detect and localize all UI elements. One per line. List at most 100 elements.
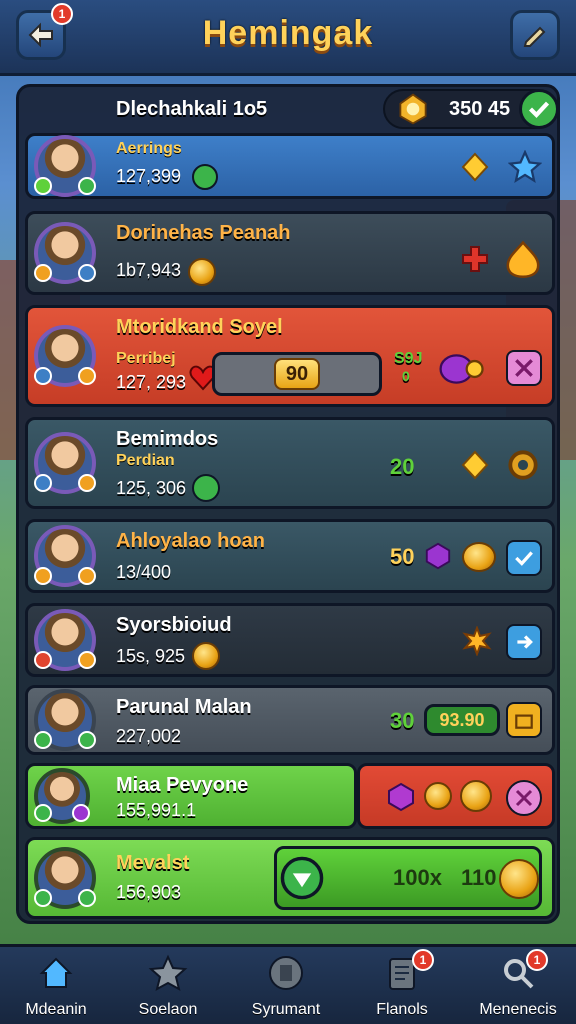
action-button[interactable]: [506, 540, 542, 576]
player-name: Mtoridkand Soyel: [116, 316, 283, 338]
player-score: 227,002: [116, 726, 182, 746]
player-avatar: [34, 325, 96, 387]
player-name: Dlechahkali 1o5: [116, 98, 268, 120]
player-avatar: [34, 432, 96, 494]
plans-badge: 1: [412, 949, 434, 971]
coin-stack-icon: [462, 542, 496, 572]
leaderboard-row[interactable]: Dlechahkali 1o5 Aerrings 127,399: [25, 98, 555, 199]
player-score: 15s, 925: [116, 646, 186, 666]
mini-stat: S9J: [394, 350, 423, 367]
player-name: Dorinehas Peanah: [116, 222, 291, 244]
cross-icon: [515, 789, 533, 807]
player-name: Parunal Malan: [116, 696, 252, 718]
flame-icon: [506, 240, 540, 278]
player-name: Miaa Pevyone: [116, 774, 249, 796]
leaderboard-row[interactable]: Ahloyalao hoan 13/400 50: [25, 519, 555, 593]
player-avatar: [34, 222, 96, 284]
player-avatar: [34, 689, 96, 751]
edit-button[interactable]: [510, 10, 560, 60]
arrow-right-icon: [517, 635, 533, 649]
check-icon: [515, 551, 533, 566]
nav-label: Menenecis: [479, 1001, 557, 1018]
rank-points: 50: [390, 544, 415, 569]
player-score: 1b7,943: [116, 260, 182, 280]
reward-strip: [357, 763, 555, 829]
gem-purple-icon: [388, 782, 414, 812]
player-score: 127, 293: [116, 372, 187, 392]
gold-medal-icon: [499, 859, 539, 899]
diamond-gold-icon: [461, 450, 489, 480]
star-icon: [508, 150, 542, 183]
multiplier: 100x: [393, 865, 442, 890]
player-avatar: [34, 525, 96, 587]
plus-icon: [462, 246, 488, 272]
close-reward-button[interactable]: [506, 780, 542, 816]
player-title: Perdian: [116, 452, 175, 469]
members-badge: 1: [526, 949, 548, 971]
shield-icon: [269, 956, 303, 990]
leaderboard-row[interactable]: Miaa Pevyone 155,991.1: [25, 763, 357, 829]
leaderboard-row[interactable]: Syorsbioiud 15s, 925: [25, 603, 555, 677]
nav-item-plans[interactable]: 1 Flanols: [352, 949, 452, 1023]
claim-value: 110: [461, 865, 497, 890]
action-button[interactable]: [506, 624, 542, 660]
cross-icon: [515, 359, 533, 377]
player-name: Bemimdos: [116, 428, 219, 450]
player-score: 13/400: [116, 562, 172, 582]
player-avatar: [34, 847, 96, 909]
nav-label: Flanols: [376, 1001, 428, 1018]
add-resource-button[interactable]: [519, 89, 559, 129]
home-icon: [39, 957, 73, 988]
gear-icon: [508, 450, 538, 480]
rank-points: 30: [390, 708, 415, 733]
nav-item-summit[interactable]: Syrumant: [236, 953, 336, 1023]
diamond-gold-icon: [461, 152, 489, 182]
coin-icon: [188, 258, 216, 286]
player-title: Perribej: [116, 350, 176, 367]
player-avatar: [34, 609, 96, 671]
player-score: 156,903: [116, 882, 182, 902]
star-icon: [148, 954, 188, 991]
player-score: 125, 306: [116, 478, 187, 498]
player-name: Syorsbioiud: [116, 614, 232, 636]
nav-item-home[interactable]: Mdeanin: [6, 953, 106, 1023]
player-score: 127,399: [116, 166, 182, 186]
player-title: Aerrings: [116, 140, 182, 157]
resource-value: 350 45: [449, 97, 511, 120]
check-icon: [528, 101, 550, 119]
boost-icon: [192, 164, 218, 190]
player-score: 155,991.1: [116, 800, 197, 820]
burst-icon: [462, 626, 492, 656]
progress-value: 90: [274, 358, 320, 390]
player-avatar: [34, 135, 96, 197]
leaderboard-row[interactable]: Dorinehas Peanah 1b7,943: [25, 211, 555, 295]
reward-button[interactable]: [506, 350, 542, 386]
bottom-navigation: Mdeanin Soelaon Syrumant 1 Flanols 1 Men…: [0, 944, 576, 1024]
coin-icon: [424, 782, 452, 810]
coin-icon: [192, 642, 220, 670]
nav-label: Syrumant: [251, 1001, 321, 1018]
player-name: Ahloyalao hoan: [116, 530, 265, 552]
chest-button[interactable]: [506, 702, 542, 738]
rank-points: 20: [390, 454, 415, 479]
leaderboard-row[interactable]: Bemimdos Perdian 125, 306 20: [25, 417, 555, 509]
gem-purple-icon: [425, 542, 451, 570]
gem-purple-icon: [439, 354, 484, 384]
resource-counter: 350 45: [383, 89, 559, 129]
nav-item-members[interactable]: 1 Menenecis: [468, 949, 568, 1023]
mini-stat-sub: 0: [402, 368, 410, 384]
leaderboard-row-self[interactable]: Mevalst 156,903 100x 110: [25, 837, 555, 919]
leaderboard-row-highlighted[interactable]: Mtoridkand Soyel Perribej 127, 293 90 S9…: [25, 305, 555, 407]
leaderboard-panel: 350 45 Dlechahkali 1o5 Aerrings 127,399 …: [16, 84, 560, 924]
leaderboard-row[interactable]: Parunal Malan 227,002 30 93.90: [25, 685, 555, 755]
chest-icon: [515, 714, 533, 729]
progress-bar: 90: [212, 352, 382, 396]
crown-coin-icon: [399, 93, 427, 125]
nav-label: Mdeanin: [25, 1001, 87, 1018]
coin-icon: [460, 780, 492, 812]
claim-bar[interactable]: 100x 110: [274, 846, 542, 910]
boost-icon: [192, 474, 220, 502]
player-avatar: [34, 768, 90, 824]
page-title: Hemingak: [202, 14, 374, 52]
nav-item-favorites[interactable]: Soelaon: [118, 953, 218, 1023]
